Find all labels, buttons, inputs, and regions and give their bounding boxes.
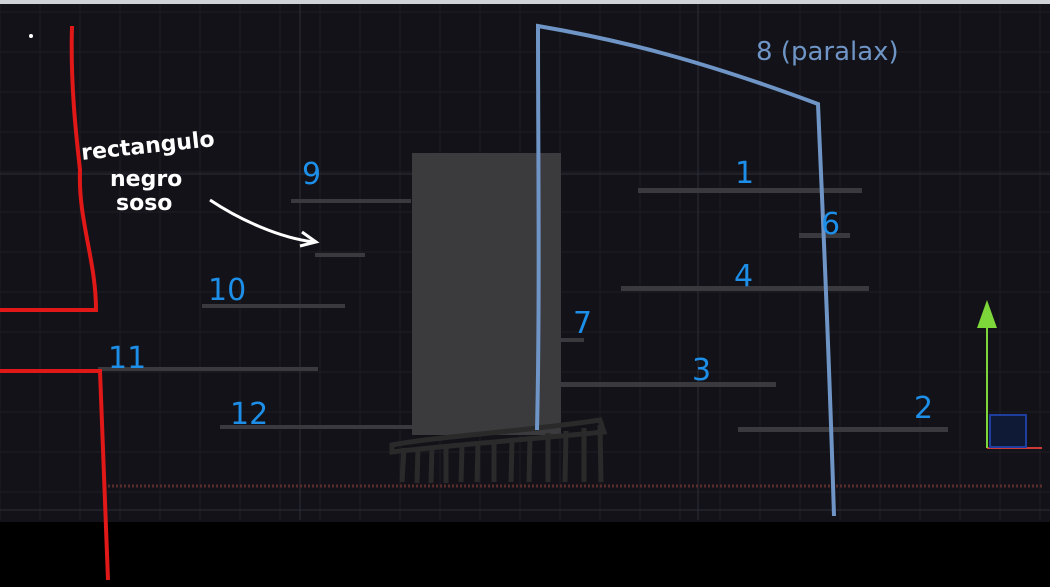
scene-viewport[interactable]: rectangulo negro soso 8 (paralax) 1 2 3 … — [0, 0, 1050, 587]
viewport-top-edge — [0, 0, 1050, 4]
scene-canvas[interactable]: rectangulo negro soso 8 (paralax) 1 2 3 … — [0, 0, 1050, 587]
note-line-3: soso — [116, 191, 172, 216]
scene-dot — [29, 34, 33, 38]
label-platform-4: 4 — [734, 259, 753, 294]
label-platform-3: 3 — [692, 353, 711, 388]
platform-9b[interactable] — [315, 253, 365, 257]
label-platform-7: 7 — [573, 306, 592, 341]
label-platform-11: 11 — [108, 341, 146, 376]
platform-2[interactable] — [738, 427, 948, 432]
parallax-label: 8 (paralax) — [756, 37, 899, 67]
bottom-black-band — [0, 522, 1050, 587]
label-platform-10: 10 — [208, 273, 246, 308]
platform-9[interactable] — [291, 199, 411, 203]
gizmo-plane[interactable] — [989, 414, 1027, 448]
label-platform-9: 9 — [302, 157, 321, 192]
platform-3[interactable] — [561, 382, 776, 387]
label-platform-1: 1 — [735, 156, 754, 191]
label-platform-2: 2 — [914, 391, 933, 426]
note-line-2: negro — [110, 167, 182, 192]
label-platform-6: 6 — [821, 207, 840, 242]
label-platform-12: 12 — [230, 397, 268, 432]
